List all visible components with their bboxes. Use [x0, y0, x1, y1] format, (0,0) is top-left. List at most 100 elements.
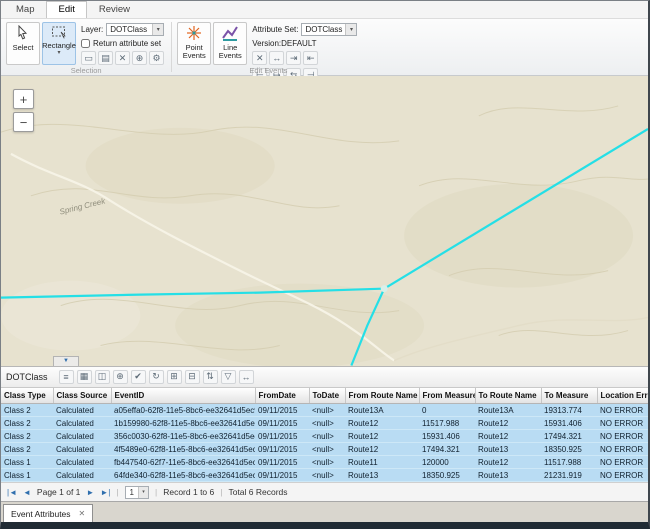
- zoom-in-button[interactable]: +: [13, 89, 34, 109]
- column-header[interactable]: From Route Name: [345, 388, 419, 404]
- table-row[interactable]: Class 1Calculatedfb447540-62f7-11e5-8bc6…: [1, 456, 650, 469]
- tab-event-attributes[interactable]: Event Attributes ✕: [3, 504, 93, 522]
- attribute-toolbar-icons: ≡▦◫⊕✔↻⊞⊟⇅▽↔: [59, 370, 254, 384]
- select-tool-label: Select: [13, 44, 34, 52]
- column-header[interactable]: To Route Name: [475, 388, 541, 404]
- page-indicator: Page 1 of 1: [37, 487, 80, 497]
- next-page-button[interactable]: ►: [86, 488, 94, 497]
- delete-record-icon[interactable]: ⊟: [185, 370, 200, 384]
- table-cell: 0: [419, 404, 475, 417]
- page-number-dropdown[interactable]: 1 ▾: [125, 486, 149, 499]
- zoom-out-button[interactable]: −: [13, 112, 34, 132]
- app-window: MapEditReview Select Rectangle ▾ Layer:: [0, 0, 650, 529]
- trim-event-icon[interactable]: ⇤: [303, 51, 318, 65]
- table-row[interactable]: Class 1Calculated64fde340-62f8-11e5-8bc6…: [1, 469, 650, 482]
- rectangle-tool-button[interactable]: Rectangle ▾: [42, 22, 76, 65]
- filter-records-icon[interactable]: ▽: [221, 370, 236, 384]
- table-cell: 21231.919: [541, 469, 597, 482]
- chevron-down-icon[interactable]: ▾: [57, 51, 60, 56]
- table-cell: NO ERROR: [597, 404, 650, 417]
- column-header[interactable]: To Measure: [541, 388, 597, 404]
- edit-events-group-label: Edit Events: [172, 66, 364, 75]
- table-cell: a05effa0-62f8-11e5-8bc6-ee32641d5ec9: [111, 404, 255, 417]
- ribbon: Select Rectangle ▾ Layer: DOTClass ▾: [1, 19, 648, 76]
- table-cell: 09/11/2015: [255, 430, 309, 443]
- select-tool-button[interactable]: Select: [6, 22, 40, 65]
- column-header[interactable]: ToDate: [309, 388, 345, 404]
- table-cell: Calculated: [53, 404, 111, 417]
- open-attribute-table-icon[interactable]: ▤: [98, 51, 113, 65]
- return-attribute-set-checkbox[interactable]: [81, 39, 90, 48]
- table-cell: 15931.406: [541, 417, 597, 430]
- point-events-label: Point Events: [178, 44, 210, 60]
- close-icon[interactable]: ✕: [79, 509, 86, 518]
- table-cell: 17494.321: [419, 443, 475, 456]
- table-cell: 09/11/2015: [255, 443, 309, 456]
- refresh-table-icon[interactable]: ↻: [149, 370, 164, 384]
- last-page-button[interactable]: ►|: [100, 488, 110, 497]
- column-header[interactable]: Class Source: [53, 388, 111, 404]
- column-header[interactable]: EventID: [111, 388, 255, 404]
- save-edits-icon[interactable]: ✔: [131, 370, 146, 384]
- table-cell: NO ERROR: [597, 443, 650, 456]
- table-cell: Class 1: [1, 456, 53, 469]
- table-row[interactable]: Class 2Calculateda05effa0-62f8-11e5-8bc6…: [1, 404, 650, 417]
- table-cell: Class 2: [1, 417, 53, 430]
- extend-event-icon[interactable]: ⇥: [286, 51, 301, 65]
- clear-selection-icon[interactable]: ✕: [115, 51, 130, 65]
- point-events-button[interactable]: Point Events: [177, 22, 211, 65]
- panel-collapse-button[interactable]: ▼: [53, 356, 79, 366]
- table-cell: Route12: [475, 456, 541, 469]
- page-number-value: 1: [126, 488, 138, 497]
- previous-page-button[interactable]: ◄: [23, 488, 31, 497]
- add-record-icon[interactable]: ⊞: [167, 370, 182, 384]
- line-events-button[interactable]: Line Events: [213, 22, 247, 65]
- table-cell: 1b159980-62f8-11e5-8bc6-ee32641d5ec9: [111, 417, 255, 430]
- zoom-to-record-icon[interactable]: ⊕: [113, 370, 128, 384]
- event-attributes-tab-label: Event Attributes: [11, 509, 71, 519]
- pagination-separator: |: [155, 487, 157, 497]
- version-label: Version:DEFAULT: [252, 39, 316, 48]
- tab-edit[interactable]: Edit: [46, 1, 86, 18]
- tab-review[interactable]: Review: [87, 1, 142, 18]
- route-junction-vertex[interactable]: [381, 285, 388, 292]
- layer-dropdown[interactable]: DOTClass ▾: [106, 23, 164, 36]
- table-cell: 18350.925: [541, 443, 597, 456]
- table-cell: 18350.925: [419, 469, 475, 482]
- first-page-button[interactable]: |◄: [7, 488, 17, 497]
- tab-map[interactable]: Map: [4, 1, 46, 18]
- column-header[interactable]: From Measure: [419, 388, 475, 404]
- table-row[interactable]: Class 2Calculated356c0030-62f8-11e5-8bc6…: [1, 430, 650, 443]
- selection-menu-icon[interactable]: ≡: [59, 370, 74, 384]
- show-all-records-icon[interactable]: ▦: [77, 370, 92, 384]
- map-canvas[interactable]: [1, 76, 648, 366]
- attribute-panel-title: DOTClass: [6, 372, 48, 382]
- zoom-to-selection-icon[interactable]: ⊕: [132, 51, 147, 65]
- edit-events-group: Point Events Line Events Attribute Set: …: [172, 19, 364, 75]
- attribute-set-dropdown-value: DOTClass: [302, 25, 345, 34]
- show-selected-records-icon[interactable]: ◫: [95, 370, 110, 384]
- table-cell: Route13A: [345, 404, 419, 417]
- split-event-icon[interactable]: ✕: [252, 51, 267, 65]
- table-cell: Class 1: [1, 469, 53, 482]
- column-header[interactable]: FromDate: [255, 388, 309, 404]
- table-cell: 11517.988: [419, 417, 475, 430]
- merge-event-icon[interactable]: ↔: [269, 51, 284, 65]
- table-cell: Route12: [345, 417, 419, 430]
- attribute-set-dropdown[interactable]: DOTClass ▾: [301, 23, 357, 36]
- attribute-panel-toolbar: DOTClass ≡▦◫⊕✔↻⊞⊟⇅▽↔: [1, 366, 648, 388]
- ribbon-tab-strip: MapEditReview: [1, 1, 648, 19]
- select-by-rectangle-icon[interactable]: ▭: [81, 51, 96, 65]
- table-row[interactable]: Class 2Calculated4f5489e0-62f8-11e5-8bc6…: [1, 443, 650, 456]
- line-events-label: Line Events: [214, 44, 246, 60]
- column-header[interactable]: Location Error: [597, 388, 650, 404]
- attribute-set-label: Attribute Set:: [252, 25, 298, 34]
- column-header[interactable]: Class Type: [1, 388, 53, 404]
- table-row[interactable]: Class 2Calculated1b159980-62f8-11e5-8bc6…: [1, 417, 650, 430]
- table-cell: Route13A: [475, 404, 541, 417]
- measure-tool-icon[interactable]: ↔: [239, 370, 254, 384]
- table-cell: Route12: [345, 443, 419, 456]
- sort-records-icon[interactable]: ⇅: [203, 370, 218, 384]
- selection-options-icon[interactable]: ⚙: [149, 51, 164, 65]
- table-cell: Calculated: [53, 469, 111, 482]
